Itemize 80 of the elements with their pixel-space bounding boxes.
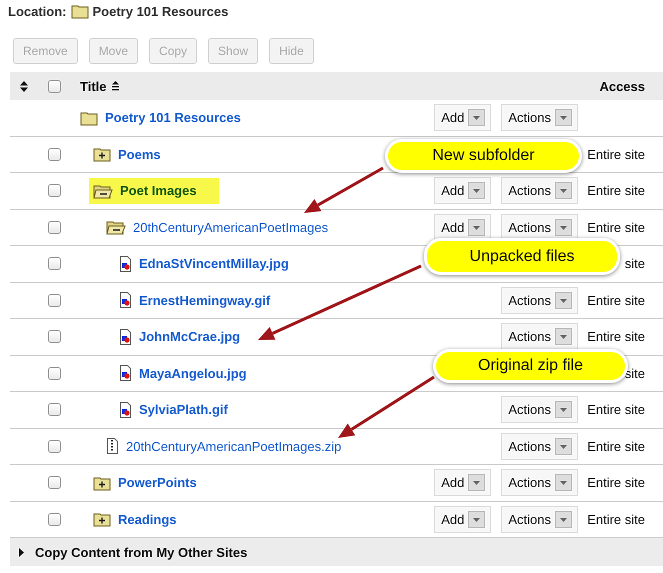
caret-icon bbox=[555, 328, 572, 346]
add-dropdown[interactable]: Add bbox=[434, 214, 492, 241]
caret-icon bbox=[468, 109, 486, 126]
access-text: Entire site bbox=[587, 329, 645, 344]
actions-dropdown[interactable]: Actions bbox=[501, 177, 578, 204]
callout: New subfolder bbox=[385, 139, 582, 173]
item-link[interactable]: JohnMcCrae.jpg bbox=[139, 329, 240, 344]
actions-dropdown[interactable]: Actions bbox=[501, 396, 578, 424]
item-link[interactable]: SylviaPlath.gif bbox=[139, 402, 228, 418]
image-file-icon bbox=[119, 292, 132, 308]
zip-file-icon bbox=[106, 438, 119, 454]
access-text: site bbox=[624, 256, 645, 272]
sort-ascending-icon bbox=[112, 81, 118, 91]
folder-icon bbox=[80, 110, 98, 126]
location-folder: Poetry 101 Resources bbox=[92, 4, 228, 18]
caret-icon bbox=[555, 109, 572, 126]
caret-icon bbox=[468, 218, 486, 236]
item-link[interactable]: Poetry 101 Resources bbox=[105, 110, 241, 126]
row-checkbox[interactable] bbox=[48, 184, 60, 198]
actions-dropdown[interactable]: Actions bbox=[501, 104, 578, 132]
actions-dropdown[interactable]: Actions bbox=[501, 214, 578, 241]
row-checkbox[interactable] bbox=[48, 294, 60, 307]
item-link[interactable]: Poems bbox=[118, 146, 161, 162]
actions-dropdown[interactable]: Actions bbox=[501, 432, 578, 460]
access-text: Entire site bbox=[587, 475, 645, 490]
image-file-icon bbox=[119, 365, 132, 382]
caret-icon bbox=[468, 474, 486, 492]
actions-dropdown[interactable]: Actions bbox=[501, 469, 578, 496]
caret-icon bbox=[555, 218, 572, 236]
add-dropdown[interactable]: Add bbox=[434, 506, 492, 533]
item-link[interactable]: Poet Images bbox=[120, 183, 197, 198]
caret-icon bbox=[468, 510, 486, 528]
access-text: Entire site bbox=[587, 438, 645, 454]
item-link[interactable]: Readings bbox=[118, 512, 177, 527]
add-dropdown[interactable]: Add bbox=[434, 469, 492, 496]
image-file-icon bbox=[119, 256, 132, 272]
add-dropdown[interactable]: Add bbox=[434, 177, 492, 204]
row-checkbox[interactable] bbox=[48, 148, 60, 161]
caret-icon bbox=[555, 182, 572, 200]
row-checkbox[interactable] bbox=[48, 220, 60, 234]
item-link[interactable]: EdnaStVincentMillay.jpg bbox=[139, 256, 289, 272]
row-checkbox[interactable] bbox=[48, 366, 60, 380]
image-file-icon bbox=[119, 328, 132, 345]
folder-icon bbox=[70, 3, 88, 19]
access-text: Entire site bbox=[587, 220, 645, 235]
item-link[interactable]: ErnestHemingway.gif bbox=[139, 292, 270, 308]
caret-icon bbox=[555, 474, 572, 492]
row-checkbox[interactable] bbox=[48, 476, 60, 490]
item-link[interactable]: 20thCenturyAmericanPoetImages bbox=[133, 220, 328, 235]
sort-icon bbox=[20, 80, 28, 92]
item-link[interactable]: PowerPoints bbox=[118, 475, 197, 490]
add-dropdown[interactable]: Add bbox=[434, 104, 492, 132]
access-column-header: Access bbox=[599, 78, 645, 94]
access-text: Entire site bbox=[587, 183, 645, 198]
row-checkbox[interactable] bbox=[48, 257, 60, 270]
access-text: Entire site bbox=[587, 512, 645, 527]
access-text: Entire site bbox=[587, 146, 645, 162]
actions-dropdown[interactable]: Actions bbox=[501, 323, 578, 350]
callout: Unpacked files bbox=[424, 238, 620, 275]
caret-icon bbox=[555, 292, 572, 309]
row-checkbox[interactable] bbox=[48, 403, 60, 416]
image-file-icon bbox=[119, 402, 132, 418]
row-checkbox[interactable] bbox=[48, 330, 60, 344]
actions-dropdown[interactable]: Actions bbox=[501, 506, 578, 533]
row-checkbox[interactable] bbox=[48, 440, 60, 453]
caret-icon bbox=[555, 401, 572, 418]
item-link[interactable]: MayaAngelou.jpg bbox=[139, 366, 247, 381]
access-text: Entire site bbox=[587, 402, 645, 418]
access-text: Entire site bbox=[587, 292, 645, 308]
location-label: Location: bbox=[8, 4, 66, 18]
caret-icon bbox=[468, 182, 486, 200]
access-text: site bbox=[624, 366, 645, 381]
actions-dropdown[interactable]: Actions bbox=[501, 286, 578, 314]
caret-icon bbox=[555, 438, 572, 455]
section-toggle-link[interactable]: Copy Content from My Other Sites bbox=[35, 544, 248, 560]
row-checkbox[interactable] bbox=[48, 512, 60, 526]
caret-icon bbox=[555, 510, 572, 528]
select-all-checkbox[interactable] bbox=[48, 80, 60, 92]
item-link[interactable]: 20thCenturyAmericanPoetImages.zip bbox=[126, 438, 342, 454]
title-column-header[interactable]: Title bbox=[80, 78, 106, 94]
